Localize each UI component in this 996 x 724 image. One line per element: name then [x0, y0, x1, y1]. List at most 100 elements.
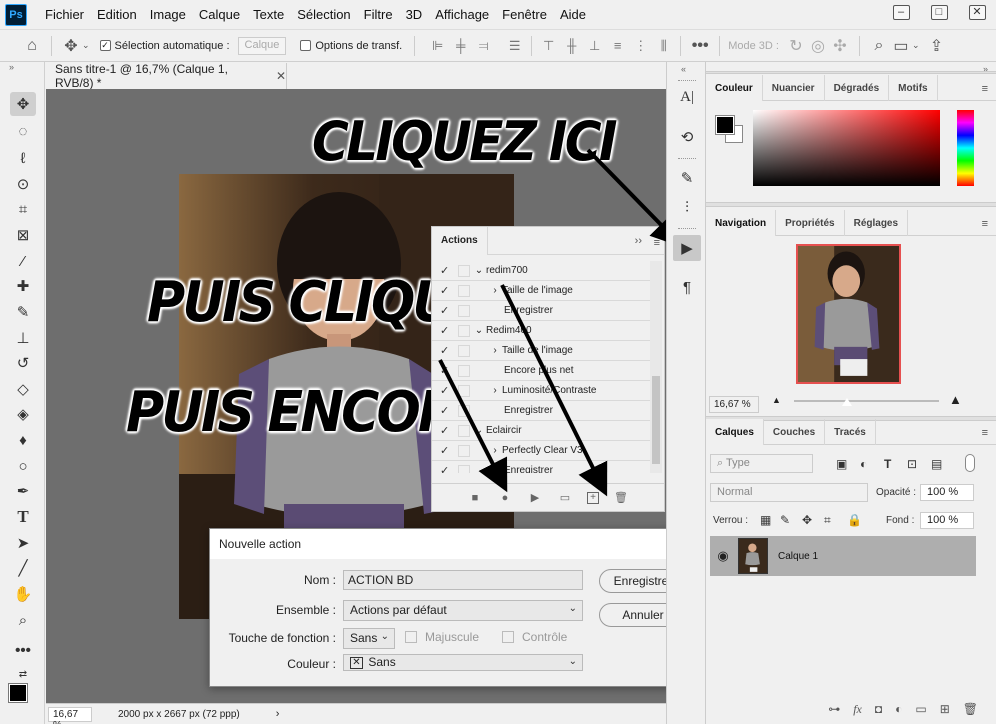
- menu-image[interactable]: Image: [144, 7, 193, 22]
- lock-all-icon[interactable]: 🔒: [847, 513, 862, 527]
- swap-colors-icon[interactable]: ⇄: [10, 662, 36, 686]
- action-row[interactable]: ✓ ⌄ Eclaircir: [432, 421, 650, 441]
- menu-texte[interactable]: Texte: [247, 7, 291, 22]
- edit-toolbar-icon[interactable]: •••: [10, 638, 36, 662]
- new-set-folder-icon[interactable]: ▭: [557, 490, 573, 506]
- layer-filter-dropdown[interactable]: ⌕ Type: [710, 454, 813, 473]
- toggle-check-icon[interactable]: ✓: [440, 424, 452, 437]
- adjustment-layer-icon[interactable]: ◐: [895, 702, 902, 716]
- search-icon[interactable]: ⌕: [868, 37, 890, 55]
- expand-chevron-icon[interactable]: ⌄: [474, 325, 484, 336]
- slider-knob[interactable]: [842, 398, 852, 406]
- eraser-tool-icon[interactable]: ◇: [10, 377, 36, 401]
- blend-mode-dropdown[interactable]: Normal: [710, 483, 868, 502]
- tab-calques[interactable]: Calques: [706, 419, 764, 445]
- trash-icon[interactable]: 🗑: [613, 490, 629, 506]
- menu-calque[interactable]: Calque: [193, 7, 247, 22]
- eyedropper-tool-icon[interactable]: ⁄: [10, 249, 36, 273]
- panel-menu-icon[interactable]: ≡: [982, 427, 988, 439]
- play-icon[interactable]: ▶: [527, 490, 543, 506]
- menu-affichage[interactable]: Affichage: [429, 7, 496, 22]
- paint-bucket-tool-icon[interactable]: ◈: [10, 402, 36, 426]
- move-tool-icon[interactable]: ✥: [60, 36, 82, 56]
- toggle-check-icon[interactable]: ✓: [440, 464, 452, 473]
- toggle-check-icon[interactable]: ✓: [440, 444, 452, 457]
- close-window-button[interactable]: ✕: [958, 0, 996, 24]
- shift-checkbox[interactable]: Majuscule: [405, 630, 479, 644]
- new-action-icon[interactable]: +: [587, 491, 599, 504]
- align-top-icon[interactable]: ⊤: [540, 38, 557, 54]
- hue-slider[interactable]: [957, 110, 974, 186]
- tab-nuancier[interactable]: Nuancier: [763, 75, 825, 101]
- history-brush-tool-icon[interactable]: ↺: [10, 351, 36, 375]
- line-tool-icon[interactable]: ╱: [10, 556, 36, 580]
- actions-scrollbar[interactable]: [650, 261, 662, 473]
- action-row[interactable]: ✓ ⌄ redim700: [432, 261, 650, 281]
- chevron-right-icon[interactable]: ›: [276, 708, 280, 720]
- healing-brush-tool-icon[interactable]: ✚: [10, 274, 36, 298]
- lock-artboard-icon[interactable]: ⌗: [824, 513, 831, 528]
- action-row[interactable]: ✓ › Perfectly Clear V3: [432, 441, 650, 461]
- toggle-check-icon[interactable]: ✓: [440, 344, 452, 357]
- scroll-thumb[interactable]: [652, 376, 660, 464]
- zoom-out-icon[interactable]: ▲: [772, 395, 781, 405]
- dialog-toggle-box[interactable]: [458, 364, 470, 377]
- menu-filtre[interactable]: Filtre: [358, 7, 400, 22]
- move-tool-icon[interactable]: ✥: [10, 92, 36, 116]
- roll-3d-icon[interactable]: ◎: [807, 36, 829, 56]
- auto-select-dropdown[interactable]: Calque: [237, 36, 287, 55]
- hand-tool-icon[interactable]: ✋: [10, 582, 36, 606]
- tab-motifs[interactable]: Motifs: [889, 75, 938, 101]
- navigator-preview[interactable]: [796, 244, 901, 384]
- color-picker-field[interactable]: [753, 110, 940, 186]
- panel-menu-icon[interactable]: ≡: [982, 218, 988, 230]
- actions-tab[interactable]: Actions: [432, 226, 488, 255]
- panel-menu-icon[interactable]: ≡: [654, 237, 660, 249]
- layer-row[interactable]: ◉ Calque 1: [710, 536, 976, 576]
- expand-chevron-icon[interactable]: ⌄: [474, 425, 484, 436]
- toggle-check-icon[interactable]: ✓: [440, 384, 452, 397]
- adjustments-panel-icon[interactable]: ⫶: [673, 194, 701, 220]
- filter-type-icon[interactable]: T: [884, 457, 891, 471]
- filter-smart-object-icon[interactable]: ▤: [931, 457, 942, 471]
- filter-adjustment-icon[interactable]: ◐: [860, 457, 867, 471]
- share-icon[interactable]: ⇪: [926, 36, 948, 56]
- document-tab[interactable]: Sans titre-1 @ 16,7% (Calque 1, RVB/8) *…: [46, 62, 287, 90]
- toggle-check-icon[interactable]: ✓: [440, 284, 452, 297]
- expand-chevron-icon[interactable]: ⌄: [474, 265, 484, 276]
- menu-fenetre[interactable]: Fenêtre: [496, 7, 554, 22]
- toggle-check-icon[interactable]: ✓: [440, 404, 452, 417]
- record-icon[interactable]: ●: [497, 490, 513, 506]
- collapse-icon[interactable]: ››: [635, 235, 642, 247]
- action-row[interactable]: ✓ › Taille de l'image: [432, 281, 650, 301]
- dialog-toggle-box[interactable]: [458, 264, 470, 277]
- chevron-down-icon[interactable]: ⌄: [912, 40, 920, 51]
- action-row[interactable]: ✓ Encore plus net: [432, 361, 650, 381]
- foreground-color-swatch[interactable]: [715, 115, 735, 135]
- more-options-icon[interactable]: •••: [689, 37, 711, 55]
- frame-tool-icon[interactable]: ⊠: [10, 223, 36, 247]
- menu-fichier[interactable]: Fichier: [39, 7, 91, 22]
- toggle-check-icon[interactable]: ✓: [440, 324, 452, 337]
- type-tool-icon[interactable]: T: [10, 505, 36, 529]
- menu-selection[interactable]: Sélection: [291, 7, 357, 22]
- expand-chevron-icon[interactable]: ›: [490, 385, 500, 396]
- tab-couleur[interactable]: Couleur: [706, 75, 763, 101]
- lock-pixels-icon[interactable]: ✎: [780, 513, 790, 527]
- action-row[interactable]: ✓ Enregistrer: [432, 301, 650, 321]
- set-dropdown[interactable]: Actions par défaut ⌄: [343, 600, 583, 621]
- tab-navigation[interactable]: Navigation: [706, 210, 777, 236]
- expand-chevron-icon[interactable]: ›: [490, 445, 500, 456]
- crop-tool-icon[interactable]: ⌗: [10, 197, 36, 221]
- dialog-toggle-box[interactable]: [458, 304, 470, 317]
- chevron-down-icon[interactable]: ⌄: [82, 40, 90, 51]
- dodge-tool-icon[interactable]: ○: [10, 454, 36, 478]
- menu-3d[interactable]: 3D: [400, 7, 430, 22]
- lock-transparency-icon[interactable]: ▦: [760, 513, 771, 527]
- clone-stamp-tool-icon[interactable]: ⊥: [10, 326, 36, 350]
- close-document-icon[interactable]: ✕: [276, 69, 286, 83]
- history-panel-icon[interactable]: ⟲: [673, 124, 701, 150]
- function-key-dropdown[interactable]: Sans ⌄: [343, 628, 395, 649]
- trash-icon[interactable]: 🗑: [963, 702, 978, 716]
- filter-shape-icon[interactable]: ⊡: [907, 457, 917, 471]
